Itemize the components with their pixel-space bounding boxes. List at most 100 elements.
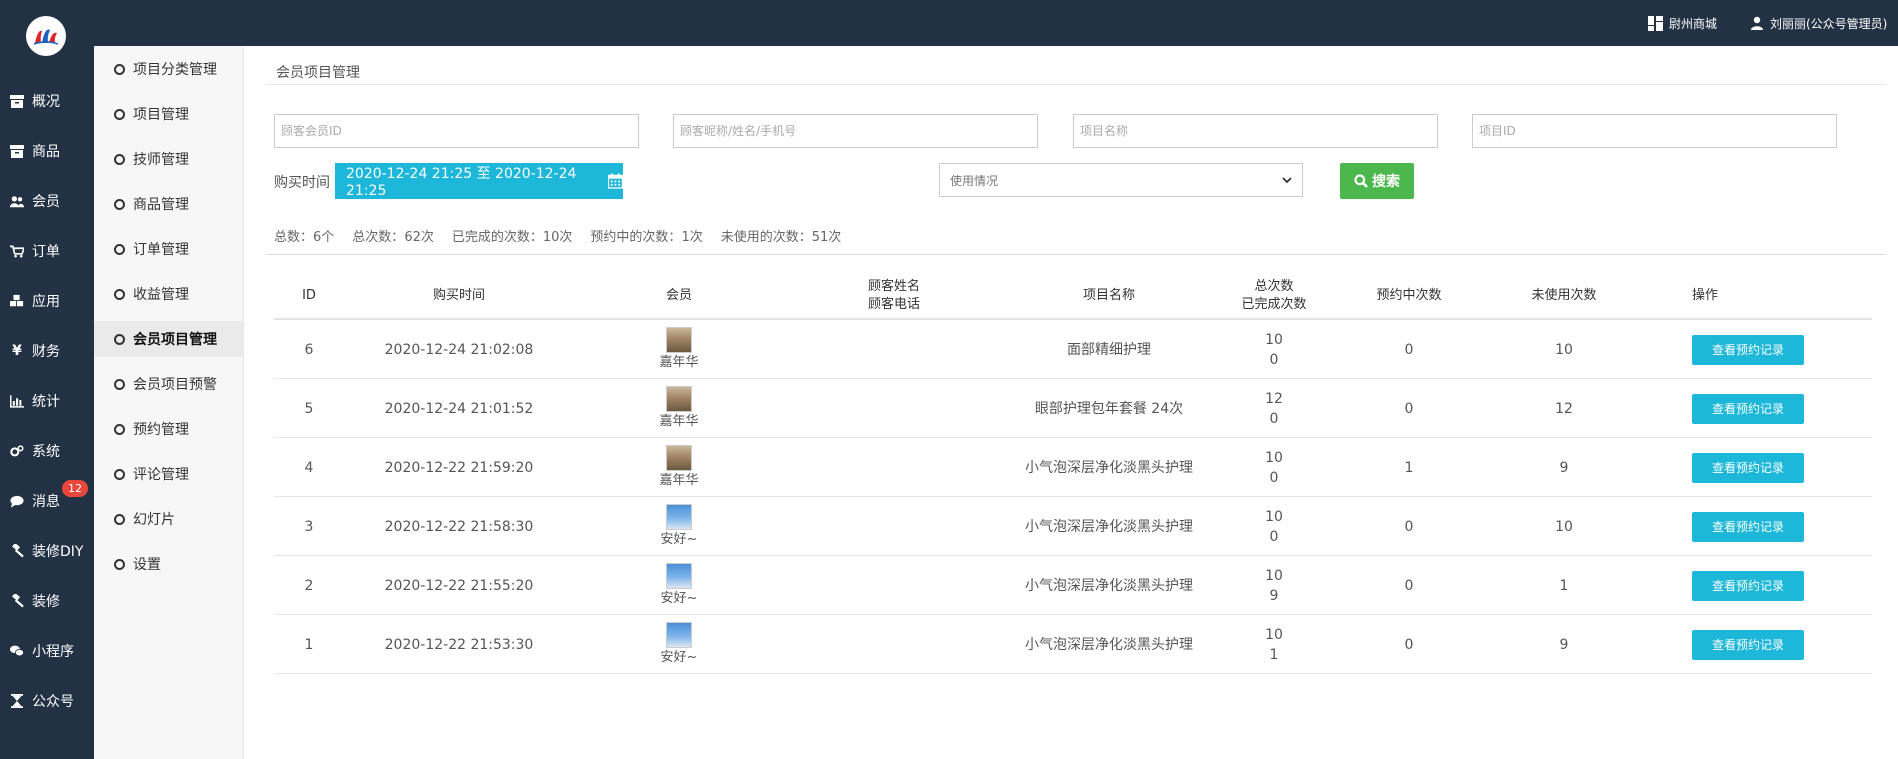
nav-item-goods[interactable]: 商品: [0, 126, 94, 176]
avatar: [666, 562, 692, 589]
nav-item-apps[interactable]: 应用: [0, 276, 94, 326]
calendar-icon: [608, 173, 623, 189]
cell-project: 眼部护理包年套餐 24次: [1034, 400, 1184, 417]
subnav-label: 预约管理: [133, 422, 189, 438]
subnav-item-earnings[interactable]: 收益管理: [94, 276, 244, 312]
cell-unused: 10: [1555, 341, 1573, 358]
cell-project: 小气泡深层净化淡黑头护理: [1025, 636, 1193, 653]
cell-project: 小气泡深层净化淡黑头护理: [1025, 459, 1193, 476]
total-count: 10: [1265, 567, 1283, 584]
brand-logo[interactable]: [26, 16, 66, 56]
subnav-label: 订单管理: [133, 242, 189, 258]
cell-booking: 0: [1404, 518, 1414, 535]
cubes-icon: [10, 294, 24, 308]
nav-label: 统计: [32, 394, 60, 410]
usage-status-select[interactable]: 使用情况: [939, 163, 1303, 197]
cell-time: 2020-12-22 21:58:30: [384, 518, 534, 535]
table-row: 1 2020-12-22 21:53:30 安好~ 小气泡深层净化淡黑头护理 1…: [274, 615, 1872, 674]
subnav-item-technicians[interactable]: 技师管理: [94, 141, 244, 177]
view-booking-records-button[interactable]: 查看预约记录: [1692, 570, 1804, 601]
search-icon: [1354, 174, 1368, 188]
stat-booking: 预约中的次数：1次: [590, 230, 703, 245]
circle-icon: [114, 108, 125, 120]
nav-item-orders[interactable]: 订单: [0, 226, 94, 276]
shop-link[interactable]: 尉州商城: [1648, 0, 1717, 46]
circle-icon: [114, 378, 125, 390]
subnav-item-settings[interactable]: 设置: [94, 546, 244, 582]
cell-booking: 1: [1404, 459, 1414, 476]
circle-icon: [114, 468, 125, 480]
cell-counts: 10 9: [1214, 556, 1334, 615]
cell-counts: 10 1: [1214, 615, 1334, 674]
user-menu[interactable]: 刘丽丽(公众号管理员): [1750, 0, 1887, 46]
subnav-item-projects[interactable]: 项目管理: [94, 96, 244, 132]
nav-item-decor[interactable]: 装修: [0, 576, 94, 626]
nav-item-overview[interactable]: 概况: [0, 76, 94, 126]
cell-id: 5: [304, 400, 314, 417]
main-content: 会员项目管理 购买时间 2020-12-24 21:25 至 2020-12-2…: [256, 46, 1886, 759]
member-id-input[interactable]: [274, 114, 639, 148]
project-name-input[interactable]: [1073, 114, 1438, 148]
subnav-label: 项目分类管理: [133, 62, 217, 78]
nav-item-messages[interactable]: 消息 12: [0, 476, 94, 526]
subnav-item-goods[interactable]: 商品管理: [94, 186, 244, 222]
sub-sidebar: 项目分类管理 项目管理 技师管理 商品管理 订单管理 收益管理 会员项目管理 会…: [94, 46, 244, 759]
member-name-input[interactable]: [673, 114, 1038, 148]
circle-icon: [114, 558, 125, 570]
box-icon: [10, 94, 24, 108]
main-sidebar: 概况 商品 会员 订单 应用 ¥ 财务 统计 系统 消息 12 装修DIY 装修: [0, 46, 94, 759]
subnav-item-project-category[interactable]: 项目分类管理: [94, 51, 244, 87]
view-booking-records-button[interactable]: 查看预约记录: [1692, 334, 1804, 365]
nav-item-miniprogram[interactable]: 小程序: [0, 626, 94, 676]
done-count: 0: [1269, 469, 1279, 486]
table-row: 6 2020-12-24 21:02:08 嘉年华 面部精细护理 10 0 0 1…: [274, 320, 1872, 379]
th-time: 购买时间: [432, 288, 485, 303]
nav-label: 应用: [32, 294, 60, 310]
stats-summary: 总数：6个 总次数：62次 已完成的次数：10次 预约中的次数：1次 未使用的次…: [274, 226, 841, 245]
top-bar: 尉州商城 刘丽丽(公众号管理员): [0, 0, 1898, 46]
project-id-input[interactable]: [1472, 114, 1837, 148]
cell-member[interactable]: 安好~: [574, 497, 784, 556]
done-count: 1: [1269, 646, 1279, 663]
view-booking-records-button[interactable]: 查看预约记录: [1692, 393, 1804, 424]
subnav-item-member-project-alerts[interactable]: 会员项目预警: [94, 366, 244, 402]
subnav-item-reviews[interactable]: 评论管理: [94, 456, 244, 492]
nav-item-official-account[interactable]: 公众号: [0, 676, 94, 726]
nav-item-stats[interactable]: 统计: [0, 376, 94, 426]
view-booking-records-button[interactable]: 查看预约记录: [1692, 629, 1804, 660]
nav-item-members[interactable]: 会员: [0, 176, 94, 226]
done-count: 0: [1269, 528, 1279, 545]
th-done: 已完成次数: [1241, 297, 1307, 312]
cell-booking: 0: [1404, 341, 1414, 358]
cell-member[interactable]: 嘉年华: [574, 438, 784, 497]
view-booking-records-button[interactable]: 查看预约记录: [1692, 511, 1804, 542]
nav-item-system[interactable]: 系统: [0, 426, 94, 476]
subnav-item-bookings[interactable]: 预约管理: [94, 411, 244, 447]
nav-item-finance[interactable]: ¥ 财务: [0, 326, 94, 376]
date-range-picker[interactable]: 2020-12-24 21:25 至 2020-12-24 21:25: [335, 163, 623, 199]
stat-times: 总次数：62次: [352, 230, 434, 245]
th-project: 项目名称: [1082, 288, 1135, 303]
subnav-item-member-projects[interactable]: 会员项目管理: [94, 321, 244, 357]
done-count: 9: [1269, 587, 1279, 604]
cell-member[interactable]: 嘉年华: [574, 320, 784, 379]
avatar: [666, 385, 692, 412]
member-name: 安好~: [660, 590, 698, 606]
cell-member[interactable]: 安好~: [574, 615, 784, 674]
page-title: 会员项目管理: [276, 65, 360, 81]
chevron-down-icon: [1282, 176, 1292, 183]
member-name: 嘉年华: [659, 472, 699, 488]
cell-member[interactable]: 安好~: [574, 556, 784, 615]
nav-item-decor-diy[interactable]: 装修DIY: [0, 526, 94, 576]
subnav-item-slides[interactable]: 幻灯片: [94, 501, 244, 537]
done-count: 0: [1269, 410, 1279, 427]
search-button[interactable]: 搜索: [1340, 163, 1414, 199]
nav-label: 财务: [32, 344, 60, 360]
subnav-item-orders[interactable]: 订单管理: [94, 231, 244, 267]
th-total: 总次数: [1254, 279, 1294, 294]
done-count: 0: [1269, 351, 1279, 368]
table-row: 4 2020-12-22 21:59:20 嘉年华 小气泡深层净化淡黑头护理 1…: [274, 438, 1872, 497]
subnav-label: 会员项目预警: [133, 377, 217, 393]
cell-member[interactable]: 嘉年华: [574, 379, 784, 438]
view-booking-records-button[interactable]: 查看预约记录: [1692, 452, 1804, 483]
